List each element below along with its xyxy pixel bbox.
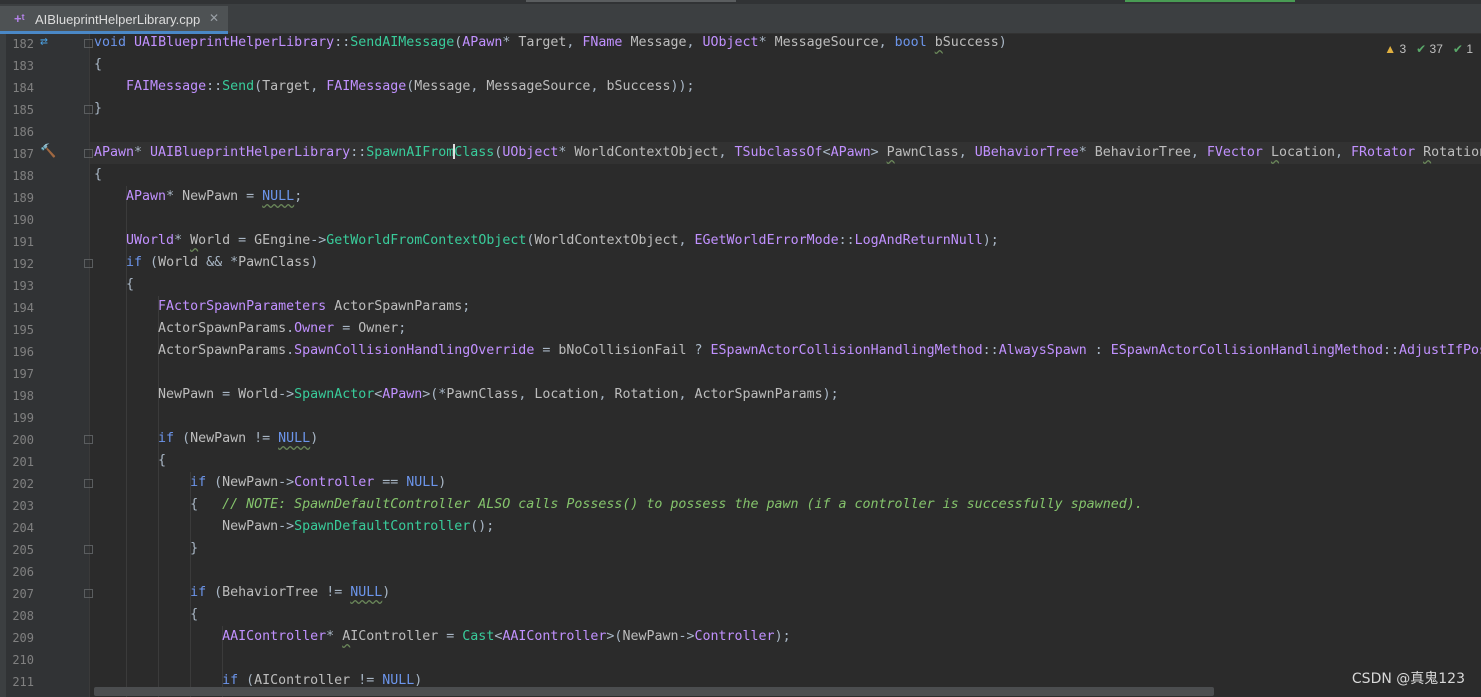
toolbar-segment [526, 0, 736, 2]
line-number: 201 [12, 455, 34, 469]
line-number: 199 [12, 411, 34, 425]
line-number: 210 [12, 653, 34, 667]
code-line-183: { [94, 57, 103, 72]
line-number: 190 [12, 213, 34, 227]
line-number: 207 [12, 587, 34, 601]
tab-label: AIBlueprintHelperLibrary.cpp [35, 12, 201, 27]
warning-count[interactable]: ▲ 3 [1384, 42, 1406, 56]
line-number: 187 [12, 147, 34, 161]
cpp-file-icon: +ᵗ [14, 11, 25, 26]
typo-count[interactable]: ✔ 1 [1453, 42, 1473, 56]
tab-aiblueprinthelperlibrary[interactable]: +ᵗ AIBlueprintHelperLibrary.cpp ✕ [0, 6, 228, 34]
line-number: 204 [12, 521, 34, 535]
code-line-192: if (World && *PawnClass) [126, 255, 319, 270]
line-number: 194 [12, 301, 34, 315]
code-line-204: NewPawn->SpawnDefaultController(); [222, 519, 495, 534]
code-line-189: APawn* NewPawn = NULL; [126, 189, 303, 204]
line-number: 192 [12, 257, 34, 271]
line-number: 188 [12, 169, 34, 183]
line-number: 195 [12, 323, 34, 337]
hammer-icon[interactable]: 🔨 [40, 144, 56, 159]
code-line-209: AAIController* AIController = Cast<AAICo… [222, 629, 791, 644]
toolbar-progress-segment [1125, 0, 1295, 2]
check-icon: ✔ [1452, 42, 1463, 56]
warning-count-value: 3 [1399, 42, 1407, 56]
implementation-navigate-icon[interactable]: ⇄ [40, 34, 48, 49]
line-number: 191 [12, 235, 34, 249]
inspection-widget[interactable]: ▲ 3 ✔ 37 ✔ 1 [1384, 40, 1473, 58]
line-number: 200 [12, 433, 34, 447]
code-editor[interactable]: void UAIBlueprintHelperLibrary::SendAIMe… [90, 34, 1481, 697]
code-line-188: { [94, 167, 103, 182]
line-number: 186 [12, 125, 34, 139]
code-line-208: { [94, 607, 199, 622]
check-icon: ✔ [1416, 42, 1427, 56]
code-line-193: { [94, 277, 135, 292]
code-line-196: ActorSpawnParams.SpawnCollisionHandlingO… [158, 343, 1481, 358]
horizontal-scrollbar[interactable] [94, 687, 1214, 696]
code-line-202: if (NewPawn->Controller == NULL) [190, 475, 447, 490]
code-line-198: NewPawn = World->SpawnActor<APawn>(*Pawn… [158, 387, 839, 402]
line-number: 206 [12, 565, 34, 579]
line-number: 185 [12, 103, 34, 117]
code-line-185: } [94, 101, 103, 116]
line-number: 205 [12, 543, 34, 557]
line-number: 211 [12, 675, 34, 689]
line-number: 196 [12, 345, 34, 359]
line-number: 197 [12, 367, 34, 381]
code-line-207: if (BehaviorTree != NULL) [190, 585, 391, 600]
line-number: 193 [12, 279, 34, 293]
code-line-201: { [94, 453, 167, 468]
weak-warning-count[interactable]: ✔ 37 [1416, 42, 1443, 56]
watermark: CSDN @真鬼123 [1351, 671, 1465, 687]
code-line-182: void UAIBlueprintHelperLibrary::SendAIMe… [94, 35, 1007, 50]
line-number: 198 [12, 389, 34, 403]
code-line-191: UWorld* World = GEngine->GetWorldFromCon… [126, 233, 999, 248]
code-line-200: if (NewPawn != NULL) [158, 431, 319, 446]
line-number: 203 [12, 499, 34, 513]
code-line-195: ActorSpawnParams.Owner = Owner; [158, 321, 407, 336]
weak-warning-count-value: 37 [1429, 42, 1443, 56]
line-number: 189 [12, 191, 34, 205]
line-number: 184 [12, 81, 34, 95]
code-line-203: { // NOTE: SpawnDefaultController ALSO c… [94, 497, 1143, 512]
line-number: 183 [12, 59, 34, 73]
editor-tab-bar: +ᵗ AIBlueprintHelperLibrary.cpp ✕ [0, 0, 1481, 34]
line-number: 208 [12, 609, 34, 623]
code-line-184: FAIMessage::Send(Target, FAIMessage(Mess… [126, 79, 695, 94]
close-icon[interactable]: ✕ [209, 11, 219, 25]
code-line-187: APawn* UAIBlueprintHelperLibrary::SpawnA… [94, 144, 1481, 160]
code-line-205: } [94, 541, 199, 556]
line-number: 209 [12, 631, 34, 645]
code-line-194: FActorSpawnParameters ActorSpawnParams; [158, 299, 471, 314]
line-number: 182 [12, 37, 34, 51]
typo-count-value: 1 [1466, 42, 1473, 56]
warning-icon: ▲ [1384, 42, 1397, 56]
line-number: 202 [12, 477, 34, 491]
